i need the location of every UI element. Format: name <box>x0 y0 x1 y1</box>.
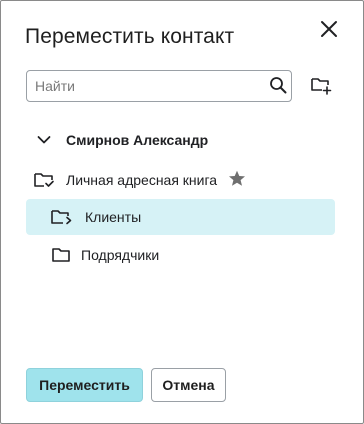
close-icon <box>320 20 338 43</box>
close-button[interactable] <box>317 19 341 43</box>
new-folder-button[interactable] <box>309 75 333 99</box>
tree-item-personal-addressbook[interactable]: Личная адресная книга <box>26 162 335 198</box>
chevron-down-icon[interactable] <box>33 129 55 151</box>
clients-label: Клиенты <box>85 209 142 225</box>
folder-icon <box>50 244 72 266</box>
tree-item-contractors[interactable]: Подрядчики <box>26 237 335 273</box>
search-box <box>26 70 292 102</box>
tree-item-clients[interactable]: Клиенты <box>26 199 335 235</box>
move-button[interactable]: Переместить <box>26 368 143 402</box>
folder-arrow-icon <box>50 206 72 228</box>
search-button[interactable] <box>267 76 289 98</box>
search-icon <box>269 76 287 99</box>
search-input[interactable] <box>35 71 263 101</box>
folder-check-icon <box>33 169 55 191</box>
tree-owner-node[interactable]: Смирнов Александр <box>26 122 335 158</box>
move-contact-dialog: Переместить контакт Найти Смирнов Алекса… <box>0 0 364 424</box>
star-icon[interactable] <box>228 170 246 190</box>
cancel-button[interactable]: Отмена <box>151 368 226 402</box>
dialog-title: Переместить контакт <box>25 25 235 48</box>
folder-plus-icon <box>310 75 332 100</box>
contractors-label: Подрядчики <box>81 247 160 263</box>
personal-addressbook-label: Личная адресная книга <box>66 172 218 188</box>
owner-label: Смирнов Александр <box>66 132 209 148</box>
